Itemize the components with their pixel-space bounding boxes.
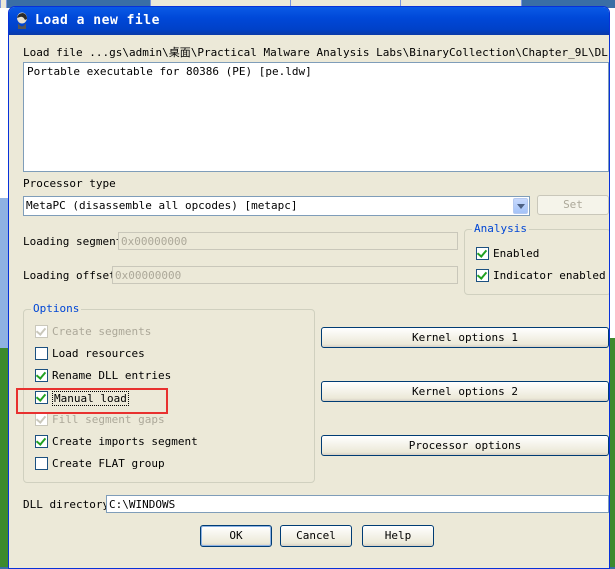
dialog-title: Load a new file — [35, 13, 160, 28]
cancel-button[interactable]: Cancel — [280, 525, 352, 547]
ok-button[interactable]: OK — [200, 525, 272, 547]
loading-segment-value: 0x00000000 — [121, 235, 188, 248]
highlight-box — [16, 388, 168, 414]
set-processor-button[interactable]: Set — [537, 195, 609, 215]
loading-segment-label: Loading segment — [23, 235, 123, 248]
dll-directory-label: DLL directory — [23, 498, 110, 511]
load-resources-checkbox[interactable] — [35, 347, 48, 360]
load-file-dialog: Load a new file Load file ...gs\admin\桌面… — [8, 6, 610, 569]
chevron-down-icon[interactable] — [513, 198, 528, 214]
processor-type-value: MetaPC (disassemble all opcodes) [metapc… — [26, 199, 298, 212]
indicator-enabled-label: Indicator enabled — [493, 269, 606, 282]
analysis-enabled-checkbox[interactable] — [476, 247, 489, 260]
fill-segment-gaps-label: Fill segment gaps — [52, 413, 165, 426]
processor-type-select[interactable]: MetaPC (disassemble all opcodes) [metapc… — [23, 196, 530, 216]
create-segments-label: Create segments — [52, 325, 152, 338]
create-flat-group-checkbox[interactable] — [35, 457, 48, 470]
create-imports-segment-label: Create imports segment — [52, 435, 198, 448]
loading-offset-label: Loading offset — [23, 269, 116, 282]
rename-dll-entries-checkbox[interactable] — [35, 369, 48, 382]
file-type-list[interactable]: Portable executable for 80386 (PE) [pe.l… — [23, 62, 609, 172]
ida-icon — [17, 12, 27, 29]
processor-type-label: Processor type — [23, 177, 116, 190]
create-segments-checkbox[interactable] — [35, 325, 48, 338]
analysis-group-title: Analysis — [472, 222, 529, 235]
list-item[interactable]: Portable executable for 80386 (PE) [pe.l… — [27, 65, 312, 78]
rename-dll-entries-label: Rename DLL entries — [52, 369, 172, 382]
loading-offset-input[interactable]: 0x00000000 — [112, 266, 458, 284]
dll-directory-value: C:\WINDOWS — [109, 498, 176, 511]
kernel-options-2-button[interactable]: Kernel options 2 — [321, 381, 609, 402]
indicator-enabled-checkbox[interactable] — [476, 269, 489, 282]
load-resources-label: Load resources — [52, 347, 145, 360]
help-button[interactable]: Help — [362, 525, 434, 547]
fill-segment-gaps-checkbox[interactable] — [35, 413, 48, 426]
analysis-group: Analysis — [464, 222, 609, 295]
title-bar[interactable]: Load a new file — [9, 7, 609, 35]
options-group-title: Options — [31, 302, 82, 315]
kernel-options-1-button[interactable]: Kernel options 1 — [321, 327, 609, 348]
analysis-enabled-label: Enabled — [493, 247, 540, 260]
load-file-path: Load file ...gs\admin\桌面\Practical Malwa… — [23, 46, 610, 59]
loading-offset-value: 0x00000000 — [115, 269, 182, 282]
loading-segment-input[interactable]: 0x00000000 — [118, 232, 458, 250]
create-flat-group-label: Create FLAT group — [52, 457, 165, 470]
dll-directory-input[interactable]: C:\WINDOWS — [106, 495, 609, 513]
processor-options-button[interactable]: Processor options — [321, 435, 609, 456]
create-imports-segment-checkbox[interactable] — [35, 435, 48, 448]
